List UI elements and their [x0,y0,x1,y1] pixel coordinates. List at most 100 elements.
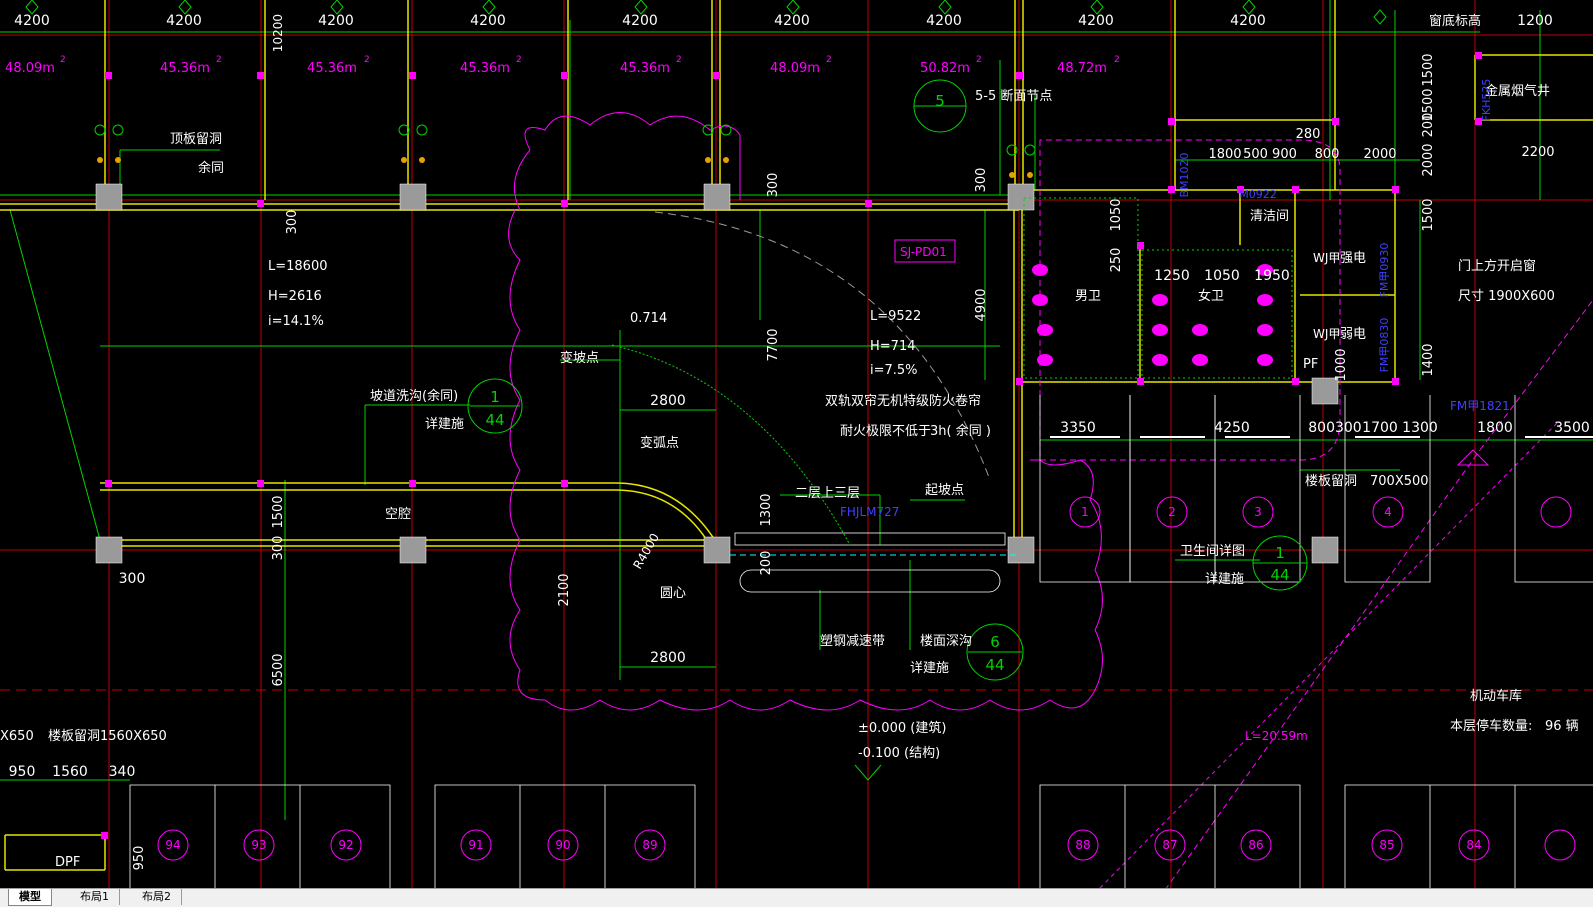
svg-text:1400: 1400 [1421,343,1436,376]
svg-text:1800: 1800 [1208,147,1241,162]
svg-text:3500: 3500 [1554,420,1590,436]
toilet-hatch [1023,197,1293,379]
svg-text:L=18600: L=18600 [268,259,328,274]
svg-text:H=2616: H=2616 [268,289,322,304]
svg-text:4250: 4250 [1214,420,1250,436]
svg-text:1700: 1700 [1362,420,1398,436]
area-4: 45.36m [620,61,670,76]
svg-text:44: 44 [1270,566,1289,584]
svg-text:1: 1 [1275,544,1285,562]
svg-text:1560X650: 1560X650 [100,729,167,744]
svg-text:变坡点: 变坡点 [560,350,599,366]
svg-text:94: 94 [165,838,180,852]
grid-markers [101,52,1482,839]
dim-top-1: 4200 [166,13,202,29]
svg-text:L=9522: L=9522 [870,309,921,324]
svg-text:2: 2 [1168,505,1176,519]
svg-text:本层停车数量:: 本层停车数量: [1450,718,1532,734]
svg-text:塑钢减速带: 塑钢减速带 [820,634,885,649]
svg-text:2100: 2100 [557,573,572,606]
svg-text:950: 950 [9,764,36,780]
svg-text:±0.000 (建筑): ±0.000 (建筑) [858,720,946,736]
svg-text:顶板留洞: 顶板留洞 [170,132,222,147]
area-0: 48.09m [5,61,55,76]
svg-text:机动车库: 机动车库 [1470,688,1522,704]
svg-text:86: 86 [1248,838,1263,852]
svg-text:WJ甲: WJ甲 [1313,251,1340,265]
svg-text:1300: 1300 [759,493,774,526]
top-dimensions: 4200 4200 4200 4200 4200 4200 4200 4200 … [14,13,1553,29]
svg-text:1250: 1250 [1154,268,1190,284]
svg-text:280: 280 [1296,127,1321,142]
svg-text:楼板留洞: 楼板留洞 [1305,474,1357,489]
dim-top-8: 4200 [1230,13,1266,29]
svg-text:2: 2 [826,55,832,65]
svg-text:6500: 6500 [271,653,286,686]
svg-text:i=14.1%: i=14.1% [268,314,324,329]
svg-text:90: 90 [555,838,570,852]
svg-text:4: 4 [1384,505,1392,519]
svg-text:1950: 1950 [1254,268,1290,284]
svg-text:FM甲0830: FM甲0830 [1378,318,1391,373]
svg-text:7700: 7700 [766,328,781,361]
svg-text:44: 44 [985,656,1004,674]
cad-drawing[interactable]: 4200 4200 4200 4200 4200 4200 4200 4200 … [0,0,1593,888]
svg-text:250: 250 [1109,248,1124,273]
svg-text:男卫: 男卫 [1075,289,1101,304]
axis-diamonds [25,0,1387,25]
svg-text:余同: 余同 [198,160,224,176]
svg-text:FM甲1821: FM甲1821 [1450,399,1510,413]
svg-text:强电: 强电 [1340,251,1366,266]
svg-text:2000: 2000 [1363,147,1396,162]
right-dims: 1500 1500 200 2000 1500 2200 1800 500 90… [1208,53,1554,231]
svg-text:起坡点: 起坡点 [925,483,964,498]
svg-text:楼板留洞: 楼板留洞 [48,729,100,744]
svg-text:1300: 1300 [1402,420,1438,436]
svg-text:300: 300 [271,536,286,561]
horizontal-dims: 2800 2800 300 1250 1050 1950 3350 4250 8… [9,268,1590,780]
svg-text:门上方开启窗: 门上方开启窗 [1458,258,1536,274]
parking-number-circles [157,496,1576,861]
cad-drawing-canvas[interactable]: 4200 4200 4200 4200 4200 4200 4200 4200 … [0,0,1593,888]
svg-text:2: 2 [216,55,222,65]
svg-text:DPF: DPF [55,855,80,870]
svg-text:M0922: M0922 [1239,188,1277,201]
area-2: 45.36m [307,61,357,76]
svg-text:楼面深沟: 楼面深沟 [920,634,972,649]
svg-text:800300: 800300 [1308,420,1361,436]
svg-text:SJ-PD01: SJ-PD01 [900,245,947,259]
svg-text:96 辆: 96 辆 [1545,719,1579,734]
svg-text:88: 88 [1075,838,1090,852]
dim-10200: 10200 [271,14,285,52]
r4000-label: R4000 [630,531,662,572]
svg-text:91: 91 [468,838,483,852]
area-5: 48.09m [770,61,820,76]
svg-text:4900: 4900 [974,288,989,321]
svg-text:950: 950 [132,846,147,871]
svg-text:耐火极限不低于: 耐火极限不低于 [840,424,931,439]
svg-text:X650: X650 [0,729,34,744]
detail-numbers: 5 1 44 6 44 1 44 [485,92,1289,674]
tab-model[interactable]: 模型 [8,889,52,906]
hydrant-dots [97,157,1033,178]
area-1: 45.36m [160,61,210,76]
area-6: 50.82m [920,61,970,76]
dim-top-5: 4200 [774,13,810,29]
svg-text:92: 92 [338,838,353,852]
svg-text:坡道洗沟(余同): 坡道洗沟(余同) [370,388,458,404]
svg-text:-0.100 (结构): -0.100 (结构) [858,746,940,761]
tab-layout1[interactable]: 布局1 [70,889,120,905]
svg-text:圆心: 圆心 [660,586,686,601]
svg-text:2: 2 [516,55,522,65]
window-sill-label: 窗底标高 [1429,13,1481,29]
svg-text:1050: 1050 [1109,198,1124,231]
svg-text:详建施: 详建施 [425,417,464,432]
tab-layout2[interactable]: 布局2 [132,889,182,905]
dim-top-2: 4200 [318,13,354,29]
dim-top-0: 4200 [14,13,50,29]
svg-text:500 900: 500 900 [1243,147,1297,162]
svg-text:2000: 2000 [1421,143,1436,176]
svg-text:FHJLM727: FHJLM727 [840,505,899,519]
svg-text:1000: 1000 [1334,348,1349,381]
svg-text:700X500: 700X500 [1370,474,1429,489]
